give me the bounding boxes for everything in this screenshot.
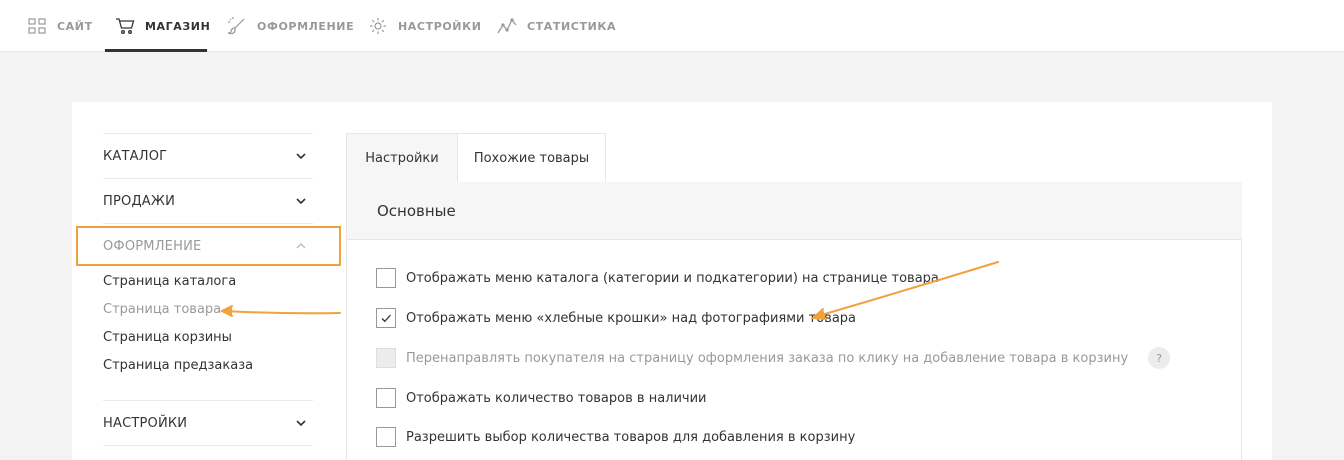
checkmark-icon (381, 314, 391, 323)
settings-content: Основные Отображать меню каталога (катег… (346, 182, 1242, 460)
checkbox[interactable] (376, 388, 396, 408)
active-tab-indicator (105, 49, 207, 52)
sidebar-link-catalog-page[interactable]: Страница каталога (103, 274, 236, 289)
top-navigation: САЙТ МАГАЗИН ОФОРМЛЕНИЕ НАСТРОЙКИ СТАТИС… (0, 0, 1344, 52)
nav-statistics[interactable]: СТАТИСТИКА (497, 0, 616, 52)
checkbox[interactable] (376, 427, 396, 447)
option-redirect-to-checkout: Перенаправлять покупателя на страницу оф… (376, 347, 1171, 369)
nav-settings[interactable]: НАСТРОЙКИ (368, 0, 482, 52)
nav-site-label: САЙТ (57, 19, 93, 33)
chart-line-icon (497, 16, 517, 36)
option-show-breadcrumbs[interactable]: Отображать меню «хлебные крошки» над фот… (376, 308, 856, 328)
sidebar-section-settings[interactable]: НАСТРОЙКИ (103, 400, 313, 445)
section-title: Основные (347, 182, 1242, 240)
tab-settings[interactable]: Настройки (346, 133, 458, 183)
option-label: Отображать меню каталога (категории и по… (406, 270, 939, 286)
chevron-down-icon (296, 153, 306, 160)
nav-shop[interactable]: МАГАЗИН (115, 0, 210, 52)
nav-site[interactable]: САЙТ (27, 0, 93, 52)
sidebar-link-cart-page[interactable]: Страница корзины (103, 330, 232, 345)
nav-statistics-label: СТАТИСТИКА (527, 19, 617, 33)
nav-design-label: ОФОРМЛЕНИЕ (257, 19, 355, 33)
checkbox-checked[interactable] (376, 308, 396, 328)
sidebar-section-catalog[interactable]: КАТАЛОГ (103, 133, 313, 178)
nav-shop-label: МАГАЗИН (145, 19, 211, 33)
sidebar-divider (103, 445, 313, 446)
option-show-catalog-menu[interactable]: Отображать меню каталога (категории и по… (376, 268, 939, 288)
sidebar-section-sales[interactable]: ПРОДАЖИ (103, 178, 313, 223)
sidebar-link-product-page[interactable]: Страница товара (103, 302, 221, 317)
sidebar-section-label: КАТАЛОГ (103, 148, 168, 164)
nav-design[interactable]: ОФОРМЛЕНИЕ (227, 0, 354, 52)
help-icon[interactable]: ? (1148, 347, 1171, 369)
gear-icon (368, 16, 388, 36)
sidebar-section-label: ПРОДАЖИ (103, 193, 176, 209)
sidebar-link-preorder-page[interactable]: Страница предзаказа (103, 358, 253, 373)
annotation-highlight-box (76, 226, 341, 266)
option-label: Отображать количество товаров в наличии (406, 390, 707, 406)
tab-related-products[interactable]: Похожие товары (457, 133, 606, 183)
option-label: Перенаправлять покупателя на страницу оф… (406, 350, 1129, 366)
nav-settings-label: НАСТРОЙКИ (398, 19, 482, 33)
brush-icon (227, 16, 247, 36)
checkbox[interactable] (376, 268, 396, 288)
sidebar-section-label: НАСТРОЙКИ (103, 415, 188, 431)
chevron-down-icon (296, 198, 306, 205)
option-label: Отображать меню «хлебные крошки» над фот… (406, 310, 856, 326)
option-show-stock-quantity[interactable]: Отображать количество товаров в наличии (376, 388, 707, 408)
option-label: Разрешить выбор количества товаров для д… (406, 429, 856, 445)
checkbox-disabled (376, 348, 396, 368)
grid-icon (27, 16, 47, 36)
main-panel: КАТАЛОГ ПРОДАЖИ ОФОРМЛЕНИЕ НАСТРОЙКИ Стр… (72, 102, 1272, 460)
option-allow-quantity-select[interactable]: Разрешить выбор количества товаров для д… (376, 427, 855, 447)
chevron-down-icon (296, 420, 306, 427)
cart-icon (115, 16, 135, 36)
